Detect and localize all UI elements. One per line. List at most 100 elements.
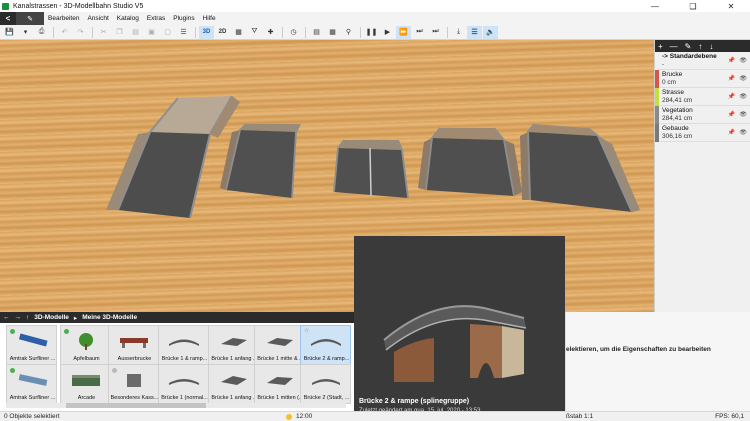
catalog-tile[interactable]: Brücke 1 & ramp... [158, 325, 209, 365]
catalog-tile[interactable]: Brücke 2 (Stadt, ... [300, 364, 351, 404]
catalog-tile[interactable]: Arcade [60, 364, 111, 404]
nav-up-icon[interactable]: ↑ [26, 314, 29, 321]
play-icon[interactable]: ▶ [380, 26, 395, 39]
skip-forward-icon[interactable]: ⏭ [428, 26, 443, 39]
nav-back-icon[interactable]: ← [3, 314, 10, 321]
fast-forward-icon[interactable]: ⏩ [396, 25, 411, 39]
layer-item[interactable]: Brucke 0 cm 📌 👁 [655, 70, 750, 88]
layers-toggle-icon[interactable]: ☰ [467, 25, 482, 39]
catalog-tile[interactable]: Brücke 1 mitten (... [254, 364, 305, 404]
move-down-icon[interactable]: ↓ [709, 42, 713, 51]
undo-icon[interactable]: ↶ [57, 26, 72, 39]
grid-icon[interactable]: ▦ [231, 26, 246, 39]
back-button[interactable]: < [0, 12, 16, 25]
catalog-tile[interactable]: Brücke 1 (normal... [158, 364, 209, 404]
minimize-button[interactable]: — [636, 0, 674, 12]
view-2d-button[interactable]: 2D [215, 26, 230, 39]
list-icon[interactable]: ☰ [176, 26, 191, 39]
catalog-tile[interactable]: Ausserbrucke [108, 325, 159, 365]
copy-icon[interactable]: ❐ [112, 26, 127, 39]
pin-icon[interactable]: 📌 [728, 93, 735, 100]
move-up-icon[interactable]: ↑ [698, 42, 702, 51]
toolbar-separator [92, 26, 93, 38]
print-icon[interactable]: ⎙ [34, 26, 49, 39]
tile-label: Brücke 1 anfang ... [211, 395, 258, 401]
ungroup-icon[interactable]: ▢ [160, 26, 175, 39]
crosshair-icon[interactable]: ✚ [263, 26, 278, 39]
menu-plugins[interactable]: Plugins [169, 12, 198, 25]
redo-icon[interactable]: ↷ [73, 26, 88, 39]
cut-icon[interactable]: ✂ [96, 26, 111, 39]
pencil-icon: ✎ [27, 15, 33, 23]
close-button[interactable]: ✕ [712, 0, 750, 12]
layer-item[interactable]: -> Standardebene - 📌 👁 [655, 52, 750, 70]
edit-layer-icon[interactable]: ✎ [685, 42, 692, 51]
scrollbar-thumb[interactable] [66, 403, 206, 408]
catalog-scrollbar[interactable] [6, 403, 346, 408]
catalog-tile[interactable]: Besonderes Kass... [108, 364, 159, 404]
paste-icon[interactable]: ▤ [128, 26, 143, 39]
nav-forward-icon[interactable]: → [15, 314, 22, 321]
eye-icon[interactable]: 👁 [739, 93, 747, 100]
breadcrumb-current[interactable]: Meine 3D-Modelle [82, 314, 137, 321]
menu-hilfe[interactable]: Hilfe [199, 12, 220, 25]
zoom-icon[interactable]: ⚲ [341, 26, 356, 39]
save-icon[interactable]: 💾 [2, 26, 17, 39]
breadcrumb-root[interactable]: 3D-Modelle [34, 314, 69, 321]
properties-icon[interactable]: ▤ [309, 26, 324, 39]
sound-icon[interactable]: 🔈 [483, 25, 498, 39]
eye-icon[interactable]: 👁 [739, 129, 747, 136]
eye-icon[interactable]: 👁 [739, 57, 747, 64]
bridge-model-3[interactable] [333, 139, 409, 199]
eye-icon[interactable]: 👁 [739, 75, 747, 82]
tile-label: Brücke 1 & ramp... [161, 356, 208, 362]
edit-mode-button[interactable]: ✎ [16, 12, 44, 25]
catalog-tile[interactable]: Apfelbaum [60, 325, 111, 365]
pause-icon[interactable]: ❚❚ [364, 26, 379, 39]
menu-ansicht[interactable]: Ansicht [83, 12, 112, 25]
clock-display[interactable]: 12:00 [286, 413, 312, 420]
add-layer-icon[interactable]: + [658, 42, 663, 51]
faster-icon[interactable]: ⏭ [412, 26, 427, 39]
pin-icon[interactable]: 📌 [728, 57, 735, 64]
layer-item[interactable]: Gebaude 306,16 cm 📌 👁 [655, 124, 750, 142]
app-icon [2, 2, 9, 10]
tile-label: Besonderes Kass... [110, 395, 159, 401]
clock-icon[interactable]: ◷ [286, 26, 301, 39]
bridge-thumbnail [169, 379, 199, 385]
layer-item[interactable]: Strasse 284,41 cm 📌 👁 [655, 88, 750, 106]
view-3d-button[interactable]: 3D [199, 25, 214, 39]
catalog-tile[interactable]: Brücke 1 anfang ... [208, 325, 259, 365]
layer-item[interactable]: Vegetation 284,41 cm 📌 👁 [655, 106, 750, 124]
bridge-model-1[interactable] [106, 95, 240, 219]
tile-label: Brücke 2 (Stadt, ... [303, 395, 350, 401]
maximize-button[interactable]: ❑ [674, 0, 712, 12]
bridge-model-4[interactable] [418, 127, 522, 197]
catalog-tile[interactable]: Brücke 1 anfang ... [208, 364, 259, 404]
download-icon[interactable]: ⤓ [451, 26, 466, 39]
properties-panel: elektieren, um die Eigenschaften zu bear… [565, 312, 750, 411]
train-thumbnail [18, 333, 48, 347]
pin-icon[interactable]: 📌 [728, 111, 735, 118]
selection-count: 0 Objekte selektiert [4, 413, 60, 420]
save-dropdown-icon[interactable]: ▾ [18, 26, 33, 39]
catalog-tile[interactable]: Brücke 1 mitte & ... [254, 325, 305, 365]
menu-extras[interactable]: Extras [143, 12, 169, 25]
properties-hint: elektieren, um die Eigenschaften zu bear… [566, 346, 711, 353]
pin-icon[interactable]: 📌 [728, 75, 735, 82]
calculator-icon[interactable]: ▦ [325, 26, 340, 39]
bridge-model-5[interactable] [520, 123, 640, 213]
bridge-model-2[interactable] [220, 123, 301, 199]
tile-label: Brücke 2 & ramp... [303, 356, 350, 362]
tile-label: Brücke 1 anfang ... [211, 356, 258, 362]
menu-katalog[interactable]: Katalog [113, 12, 143, 25]
catalog-tile-selected[interactable]: ☆ Brücke 2 & ramp... [300, 325, 351, 365]
pin-icon[interactable]: 📌 [728, 129, 735, 136]
menu-bearbeiten[interactable]: Bearbeiten [44, 12, 83, 25]
catalog-tile[interactable]: Amtrak Surfliner ... [6, 325, 57, 365]
group-icon[interactable]: ▣ [144, 26, 159, 39]
train-icon[interactable]: ⛛ [247, 26, 262, 39]
remove-layer-icon[interactable]: — [670, 42, 678, 51]
catalog-tile[interactable]: Amtrak Surfliner ... [6, 364, 57, 404]
eye-icon[interactable]: 👁 [739, 111, 747, 118]
